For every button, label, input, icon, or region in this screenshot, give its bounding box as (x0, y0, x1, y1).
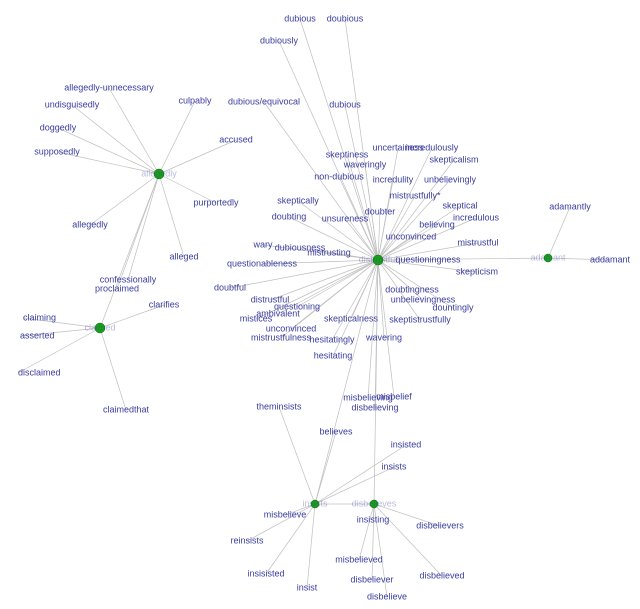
node-label[interactable]: insist (297, 582, 318, 592)
node-label[interactable]: unbelievingly (424, 174, 477, 184)
node-label[interactable]: dubious (284, 13, 316, 23)
node-label[interactable]: proclaimed (95, 283, 139, 293)
node-label[interactable]: questionableness (227, 258, 298, 268)
edge (359, 504, 374, 560)
node-label[interactable]: dubious/equivocal (228, 96, 300, 106)
node-label[interactable]: addamant (590, 254, 631, 264)
edge (300, 19, 378, 260)
node-label[interactable]: skeptical (442, 200, 477, 210)
edge (90, 174, 159, 225)
node-label[interactable]: culpably (178, 95, 212, 105)
node-label[interactable]: mistrustfully* (389, 190, 441, 200)
node-label[interactable]: disbelieving (351, 402, 398, 412)
node-label[interactable]: disclaimed (18, 367, 61, 377)
node-label[interactable]: disbelieved (419, 570, 464, 580)
node-label[interactable]: disbelieve (367, 591, 407, 601)
node-label[interactable]: claimedthat (103, 404, 150, 414)
node-label[interactable]: mistices (240, 313, 273, 323)
node-label[interactable]: wary (252, 239, 273, 249)
node-label[interactable]: disbelievers (416, 520, 464, 530)
node-label[interactable]: incredulity (373, 174, 414, 184)
node-label[interactable]: misbelieved (335, 554, 383, 564)
edge (378, 260, 394, 397)
node-label[interactable]: alleged (169, 251, 198, 261)
node-label[interactable]: insisted (391, 439, 422, 449)
edge (315, 445, 406, 504)
node-label[interactable]: doubting (272, 211, 307, 221)
hub-label: disbelieves (352, 498, 397, 508)
edge (548, 207, 570, 258)
node-label[interactable]: waveringly (343, 159, 387, 169)
node-label[interactable]: mistrusting (307, 247, 351, 257)
node-label[interactable]: unconvinced (386, 231, 437, 241)
node-label[interactable]: hesitating (314, 350, 353, 360)
node-label[interactable]: adamantly (549, 201, 591, 211)
edge (378, 260, 384, 338)
node-label[interactable]: reinsists (230, 535, 264, 545)
node-label[interactable]: doggedly (40, 122, 77, 132)
node-label[interactable]: accused (219, 134, 253, 144)
node-label[interactable]: believes (319, 426, 353, 436)
node-label[interactable]: hesitatingly (309, 334, 355, 344)
node-label[interactable]: doubtful (214, 282, 246, 292)
node-label[interactable]: disbeliever (350, 574, 393, 584)
node-label[interactable]: asserted (20, 330, 55, 340)
node-label[interactable]: questioning (274, 301, 320, 311)
node-label[interactable]: skeptically (277, 195, 319, 205)
node-label[interactable]: believing (419, 219, 455, 229)
edge (307, 504, 315, 588)
node-label[interactable]: insisting (357, 514, 390, 524)
edge (159, 174, 184, 257)
hub-edge (374, 260, 378, 504)
node-label[interactable]: insisisted (247, 568, 284, 578)
word-graph: allegedly claimed distrustful adamant insist… (0, 0, 640, 609)
edge (159, 101, 195, 174)
node-label[interactable]: doubtingness (385, 284, 439, 294)
node-label[interactable]: mistrustfulness (251, 332, 312, 342)
node-label[interactable]: theminsists (256, 401, 302, 411)
node-label[interactable]: doubter (365, 206, 396, 216)
hub-edge (315, 260, 378, 504)
edge (100, 328, 126, 410)
hub-label: distrustful (359, 254, 398, 264)
node-label[interactable]: dubiously (260, 35, 299, 45)
hub-label: insists (302, 498, 328, 508)
node-label[interactable]: purportedly (193, 197, 239, 207)
node-label[interactable]: insists (381, 461, 407, 471)
node-label[interactable]: skeptiness (326, 149, 369, 159)
hub-label: allegedly (141, 168, 177, 178)
node-label[interactable]: undisguisedly (45, 99, 100, 109)
edge (279, 407, 315, 504)
node-label[interactable]: misbelieve (264, 509, 307, 519)
node-label[interactable]: misbelief (376, 391, 412, 401)
edge (72, 105, 159, 174)
node-label[interactable]: skepticalness (324, 313, 379, 323)
node-label[interactable]: allegedly-unnecessary (64, 82, 154, 92)
node-label[interactable]: wavering (365, 332, 402, 342)
node-label[interactable]: mistrustful (457, 237, 498, 247)
hub-label: adamant (530, 252, 566, 262)
node-label[interactable]: non-dubious (314, 171, 364, 181)
node-label[interactable]: dubious (329, 99, 361, 109)
node-label[interactable]: clarifies (149, 299, 180, 309)
node-label[interactable]: doubious (327, 13, 364, 23)
node-label[interactable]: dountingly (432, 302, 474, 312)
node-label[interactable]: skepticism (456, 266, 498, 276)
node-label[interactable]: unsureness (322, 213, 369, 223)
edge (332, 260, 378, 340)
labels-layer: allegedly claimed distrustful adamant insist… (18, 13, 631, 601)
node-label[interactable]: questioningness (395, 254, 461, 264)
node-label[interactable]: claiming (23, 312, 56, 322)
node-label[interactable]: skepticalism (429, 154, 478, 164)
edge (109, 88, 159, 174)
node-label[interactable]: skeptistrustfully (389, 314, 451, 324)
node-label[interactable]: supposedly (34, 146, 80, 156)
node-label[interactable]: allegedly (72, 219, 108, 229)
node-label[interactable]: incredulous (453, 212, 500, 222)
edge (128, 174, 159, 280)
node-label[interactable]: incredulously (406, 142, 459, 152)
edge (297, 260, 378, 307)
hub-label: claimed (84, 322, 115, 332)
